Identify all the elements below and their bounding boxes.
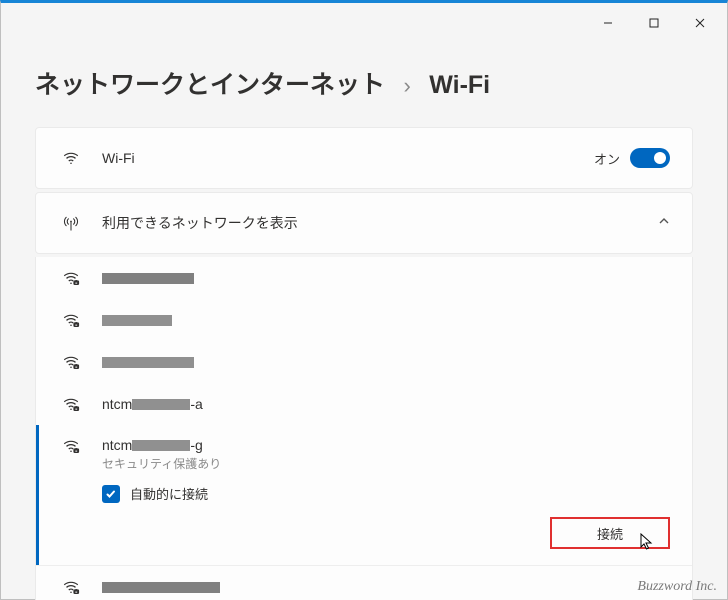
connect-button[interactable]: 接続	[550, 517, 670, 549]
auto-connect-label: 自動的に接続	[130, 484, 208, 503]
chevron-right-icon: ›	[389, 73, 424, 98]
network-item-selected[interactable]: ntcm-g セキュリティ保護あり 自動的に接続 接続	[36, 425, 692, 565]
wifi-lock-icon	[60, 395, 82, 413]
cursor-icon	[640, 533, 654, 554]
network-item[interactable]	[36, 299, 692, 341]
maximize-button[interactable]	[631, 8, 677, 38]
network-ssid	[102, 582, 220, 593]
antenna-icon	[60, 214, 82, 232]
wifi-lock-icon	[60, 353, 82, 371]
network-ssid: ntcm-a	[102, 396, 203, 412]
wifi-label: Wi-Fi	[102, 150, 135, 166]
wifi-lock-icon	[60, 269, 82, 287]
close-button[interactable]	[677, 8, 723, 38]
auto-connect-checkbox[interactable]	[102, 485, 120, 503]
wifi-lock-icon	[60, 578, 82, 596]
footer-brand: Buzzword Inc.	[637, 579, 717, 595]
security-label: セキュリティ保護あり	[102, 455, 221, 472]
wifi-icon	[60, 149, 82, 167]
network-list: ntcm-a ntcm-g セキュリティ保護あり 自動的に接続	[35, 257, 693, 600]
selected-network-ssid: ntcm-g	[102, 437, 221, 453]
minimize-button[interactable]	[585, 8, 631, 38]
connect-button-label: 接続	[597, 524, 623, 543]
network-ssid	[102, 357, 194, 368]
network-ssid	[102, 273, 194, 284]
network-item[interactable]	[36, 341, 692, 383]
network-item[interactable]	[36, 565, 692, 600]
network-item[interactable]: ntcm-a	[36, 383, 692, 425]
available-networks-label: 利用できるネットワークを表示	[102, 213, 298, 233]
wifi-toggle[interactable]	[630, 148, 670, 168]
breadcrumb-current: Wi-Fi	[429, 71, 490, 99]
breadcrumb-parent[interactable]: ネットワークとインターネット	[35, 71, 385, 99]
wifi-lock-icon	[60, 311, 82, 329]
wifi-lock-icon	[60, 437, 82, 455]
network-ssid	[102, 315, 172, 326]
wifi-toggle-card[interactable]: Wi-Fi オン	[35, 127, 693, 189]
toggle-state-label: オン	[594, 149, 620, 168]
titlebar	[1, 3, 727, 43]
network-item[interactable]	[36, 257, 692, 299]
breadcrumb: ネットワークとインターネット › Wi-Fi	[1, 43, 727, 127]
chevron-up-icon	[658, 214, 670, 232]
available-networks-card[interactable]: 利用できるネットワークを表示	[35, 192, 693, 254]
auto-connect-row[interactable]: 自動的に接続	[102, 484, 670, 503]
